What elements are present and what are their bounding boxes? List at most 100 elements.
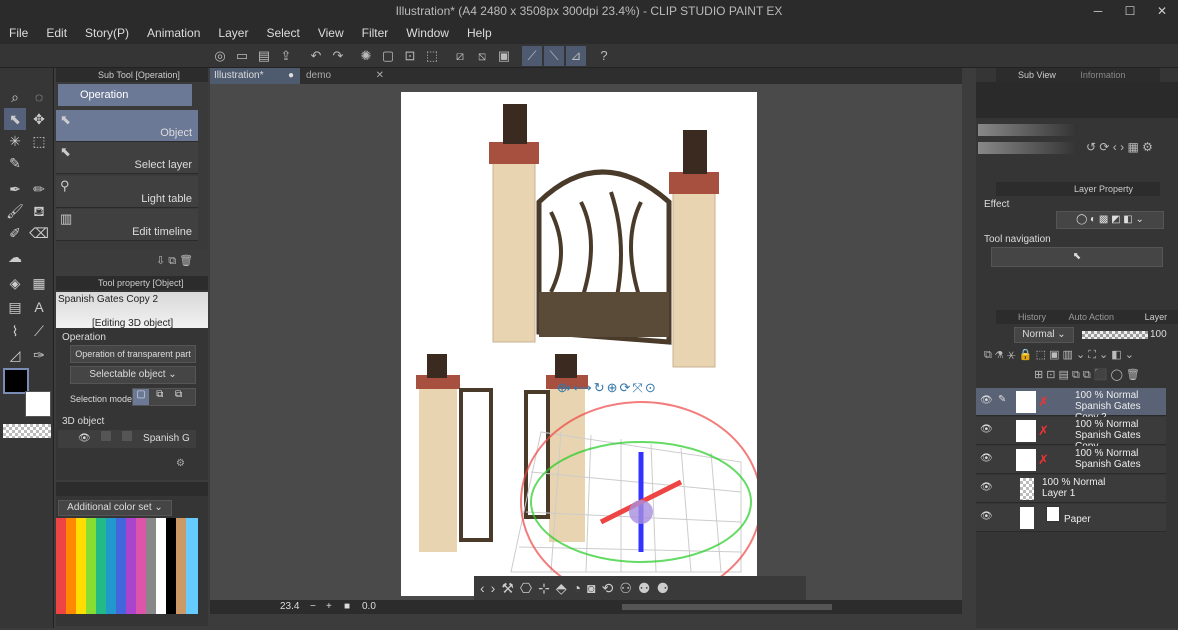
layer-row[interactable]: 👁 Paper (976, 504, 1166, 532)
tab-subview[interactable]: Sub View (1018, 70, 1056, 80)
open-file-icon[interactable]: ▤ (254, 46, 274, 66)
loading-icon[interactable]: ✺ (356, 46, 376, 66)
effect-buttons[interactable]: ◯ ◐ ▩ ◩ ◧ ⌄ (1056, 211, 1164, 229)
colorset-dropdown[interactable]: Additional color set ⌄ (58, 500, 172, 516)
maximize-button[interactable]: ☐ (1114, 0, 1146, 22)
selectable-dropdown[interactable]: Selectable object ⌄ (70, 366, 196, 384)
opacity-value[interactable]: 100 (1150, 329, 1167, 340)
menu-animation[interactable]: Animation (138, 26, 209, 40)
canvas-page[interactable] (401, 92, 762, 603)
object-tool-icon[interactable]: ⬉ (4, 108, 26, 130)
ground-icon[interactable]: ⬘ (556, 580, 567, 597)
menu-layer[interactable]: Layer (209, 26, 257, 40)
tab-demo[interactable]: demo ✕ (302, 68, 390, 84)
export-icon[interactable]: ⇪ (276, 46, 296, 66)
zoom-out-icon[interactable]: − (310, 600, 316, 614)
visibility-eye-icon[interactable]: 👁 (980, 424, 993, 435)
opacity-slider[interactable] (1082, 331, 1148, 339)
transform-icon[interactable]: ⊡ (400, 46, 420, 66)
colorset-tabs[interactable] (56, 482, 208, 496)
frame-tool-icon[interactable]: ▤ (4, 296, 26, 318)
menu-view[interactable]: View (309, 26, 353, 40)
next-icon[interactable]: › (491, 580, 496, 596)
crop-icon[interactable]: ⧄ (450, 46, 470, 66)
new-file-icon[interactable]: ▭ (232, 46, 252, 66)
obj3d-row[interactable]: 👁 Spanish G (58, 430, 196, 448)
object-launcher-top[interactable]: ⟴ ⟷ ↻ ⊕ ⟳ ⤧ ⊙ (556, 380, 656, 396)
wrench-icon[interactable]: ⚙ (176, 458, 185, 469)
tab-layer-property[interactable]: Layer Property (1074, 184, 1133, 194)
subtool-group-operation[interactable]: Operation (58, 84, 192, 106)
subtool-item-light-table[interactable]: ⚲ Light table (56, 176, 198, 208)
layer-row[interactable]: 👁 ✗ 100 % Normal Spanish Gates (976, 446, 1166, 474)
navigator-icons[interactable]: ↺ ⟳ ‹ › ▦ ⚙ (1086, 140, 1153, 154)
scale-3d-icon[interactable]: ⊕ (607, 380, 618, 396)
text-tool-icon[interactable]: A (28, 296, 50, 318)
navigator-slider[interactable] (978, 124, 1078, 136)
subtool-item-select-layer[interactable]: ⬉ Select layer (56, 142, 198, 174)
correct-line-tool-icon[interactable]: ✑ (28, 344, 50, 366)
selection-border-icon[interactable]: ▣ (494, 46, 514, 66)
help-icon[interactable]: ? (594, 46, 614, 66)
toolprop-tab[interactable]: Tool property [Object] (56, 276, 208, 290)
selection-tool-icon[interactable]: ⬚ (28, 130, 50, 152)
layer-row[interactable]: 👁 ✗ 100 % NormalSpanish Gates Copy (976, 417, 1166, 452)
eraser-tool-icon[interactable]: ⌫ (28, 222, 50, 244)
tab-history[interactable]: History (1018, 312, 1046, 322)
menu-edit[interactable]: Edit (37, 26, 76, 40)
mode-sub-icon[interactable]: ⧉ (171, 389, 187, 405)
zoom-in-icon[interactable]: + (326, 600, 332, 614)
transparent-color-swatch[interactable] (3, 424, 51, 438)
snapshot-icon[interactable]: ◙ (587, 580, 595, 596)
close-button[interactable]: ✕ (1146, 0, 1178, 22)
move-tool-icon[interactable]: ✥ (28, 108, 50, 130)
visibility-eye-icon[interactable]: 👁 (980, 395, 993, 406)
color-swatches-grid[interactable] (56, 518, 198, 614)
ruler-tool-icon[interactable]: ◿ (4, 344, 26, 366)
clip-studio-icon[interactable]: ◎ (210, 46, 230, 66)
tab-auto-action[interactable]: Auto Action (1069, 312, 1115, 322)
subtool-footer-icons[interactable]: ⇩ ⧉ 🗑 (156, 254, 193, 268)
eye-icon[interactable]: 👁 (78, 433, 91, 444)
deco-tool-icon[interactable]: ✐ (4, 222, 26, 244)
camera-zoom-icon[interactable]: ⊙ (645, 380, 656, 396)
balloon-tool-icon[interactable]: ⟋ (28, 320, 50, 342)
tab-information[interactable]: Information (1080, 70, 1125, 80)
lasso-tool-icon[interactable]: ◌ (28, 86, 50, 108)
tool-navigation-button[interactable]: ⬉ (991, 247, 1163, 267)
sub-color-swatch[interactable] (25, 391, 51, 417)
eyedropper-icon[interactable]: ✎ (4, 152, 26, 174)
deselect-icon[interactable]: ⬚ (422, 46, 442, 66)
brush-tool-icon[interactable]: 🖌 (4, 200, 26, 222)
blend-tool-icon[interactable]: ☁ (4, 246, 26, 268)
visibility-eye-icon[interactable]: 👁 (980, 453, 993, 464)
subtool-item-edit-timeline[interactable]: ▥ Edit timeline (56, 209, 198, 241)
visibility-eye-icon[interactable]: 👁 (980, 511, 993, 522)
snap-ruler-icon[interactable]: ⟋ (522, 46, 542, 66)
snap-special-icon[interactable]: ⟍ (544, 46, 564, 66)
airbrush-tool-icon[interactable]: ⛾ (28, 200, 50, 222)
pencil-tool-icon[interactable]: ✏ (28, 178, 50, 200)
tab-illustration[interactable]: Illustration* ● (210, 68, 300, 84)
prev-icon[interactable]: ‹ (480, 580, 485, 596)
operation-dropdown[interactable]: Operation of transparent part (70, 345, 196, 363)
fit-icon[interactable]: ⊹ (538, 580, 550, 597)
close-tab-icon[interactable]: ✕ (376, 68, 384, 84)
layer-row[interactable]: 👁 ✎ ✗ 100 % NormalSpanish Gates Copy 2 (976, 388, 1166, 423)
menu-filter[interactable]: Filter (353, 26, 398, 40)
camera-pan-icon[interactable]: ⤧ (632, 380, 642, 396)
move-3d-icon[interactable]: ⟴ (556, 380, 571, 396)
blend-mode-dropdown[interactable]: Normal ⌄ (1014, 327, 1074, 343)
invert-selection-icon[interactable]: ⧅ (472, 46, 492, 66)
pan-3d-icon[interactable]: ⟷ (573, 380, 592, 396)
mode-add-icon[interactable]: ⧉ (152, 389, 168, 405)
zoom-tool-icon[interactable]: ⌕ (4, 86, 26, 108)
pose-icon[interactable]: ⚇ (619, 580, 632, 597)
mode-single-icon[interactable]: ▢ (133, 389, 149, 405)
rotate-slider[interactable] (978, 142, 1078, 154)
layer-option-icons[interactable]: ⧉ ⚗ ⚹ 🔒 ⬚ ▣ ▥ ⌄ ⛶ ⌄ ◧ ⌄ (984, 348, 1134, 362)
horizontal-scrollbar[interactable] (622, 604, 832, 610)
menu-help[interactable]: Help (458, 26, 501, 40)
figure-tool-icon[interactable]: ⌇ (4, 320, 26, 342)
reset-icon[interactable]: ◔ (573, 580, 581, 596)
